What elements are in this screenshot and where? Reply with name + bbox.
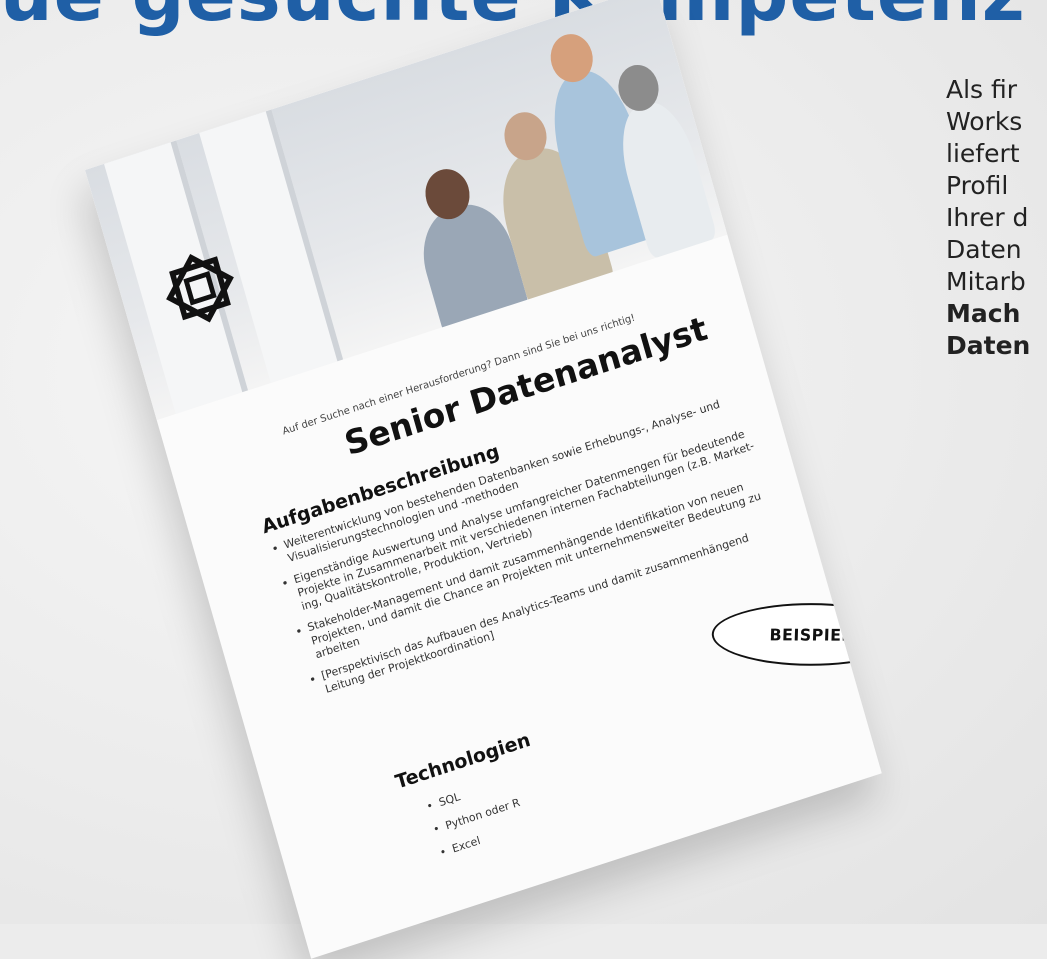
side-description: Als fir Works liefert Profil Ihrer d Dat… — [946, 74, 1047, 362]
example-badge-label: BEISPIEL — [769, 624, 853, 645]
side-text-line: Mitarb — [946, 267, 1026, 296]
side-text-bold-line: Daten — [946, 331, 1031, 360]
side-text-line: Als fir — [946, 75, 1018, 104]
side-text-line: Profil — [946, 171, 1009, 200]
side-text-line: Ihrer d — [946, 203, 1029, 232]
technology-list: SQL Python oder R Excel — [421, 768, 530, 866]
side-text-line: Works — [946, 107, 1023, 136]
side-text-line: Daten — [946, 235, 1022, 264]
side-text-line: liefert — [946, 139, 1020, 168]
side-text-bold-line: Mach — [946, 299, 1021, 328]
